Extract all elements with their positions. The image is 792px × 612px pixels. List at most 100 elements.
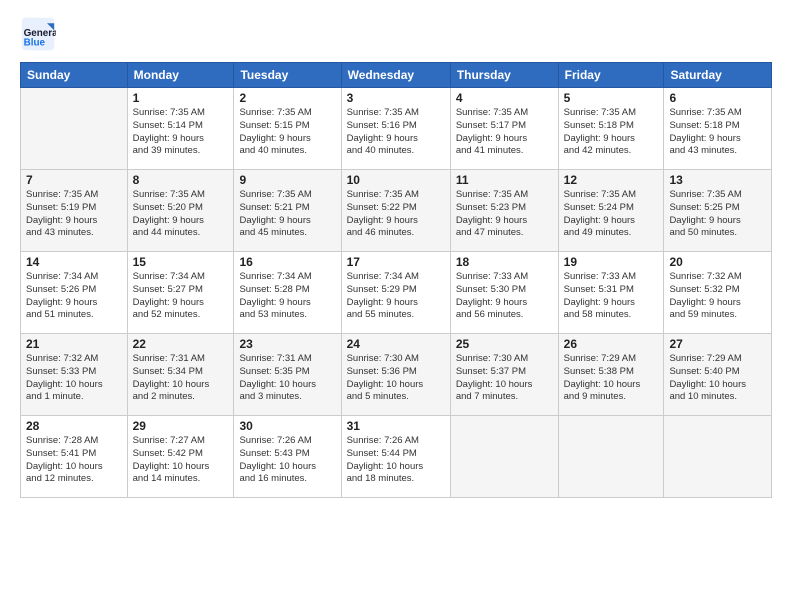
day-info: Sunrise: 7:35 AM Sunset: 5:18 PM Dayligh… (669, 107, 766, 158)
day-info: Sunrise: 7:31 AM Sunset: 5:35 PM Dayligh… (239, 353, 335, 404)
day-number: 11 (456, 173, 553, 187)
day-number: 9 (239, 173, 335, 187)
calendar-cell: 28Sunrise: 7:28 AM Sunset: 5:41 PM Dayli… (21, 416, 128, 498)
week-row-3: 14 Sunrise: 7:34 AM Sunset: 5:26 PM Dayli… (21, 252, 772, 334)
calendar-cell: 9 Sunrise: 7:35 AM Sunset: 5:21 PM Daylig… (234, 170, 341, 252)
day-number: 18 (456, 255, 553, 269)
day-info: Sunrise: 7:26 AM Sunset: 5:44 PM Dayligh… (347, 435, 445, 486)
day-number: 31 (347, 419, 445, 433)
day-info: Sunrise: 7:35 AM Sunset: 5:25 PM Dayligh… (669, 189, 766, 240)
week-row-1: 1Sunrise: 7:35 AM Sunset: 5:14 PM Daylig… (21, 88, 772, 170)
calendar-cell: 26Sunrise: 7:29 AM Sunset: 5:38 PM Dayli… (558, 334, 664, 416)
calendar-cell: 25 Sunrise: 7:30 AM Sunset: 5:37 PM Dayli… (450, 334, 558, 416)
day-number: 13 (669, 173, 766, 187)
day-info: Sunrise: 7:33 AM Sunset: 5:31 PM Dayligh… (564, 271, 659, 322)
day-info: Sunrise: 7:34 AM Sunset: 5:28 PM Dayligh… (239, 271, 335, 322)
calendar-cell (558, 416, 664, 498)
calendar-cell: 10Sunrise: 7:35 AM Sunset: 5:22 PM Dayli… (341, 170, 450, 252)
day-info: Sunrise: 7:29 AM Sunset: 5:38 PM Dayligh… (564, 353, 659, 404)
svg-text:Blue: Blue (24, 38, 46, 49)
day-info: Sunrise: 7:32 AM Sunset: 5:33 PM Dayligh… (26, 353, 122, 404)
calendar-cell: 19 Sunrise: 7:33 AM Sunset: 5:31 PM Dayli… (558, 252, 664, 334)
calendar-cell (664, 416, 772, 498)
day-info: Sunrise: 7:33 AM Sunset: 5:30 PM Dayligh… (456, 271, 553, 322)
calendar-cell: 29 Sunrise: 7:27 AM Sunset: 5:42 PM Dayli… (127, 416, 234, 498)
calendar-cell (450, 416, 558, 498)
day-number: 12 (564, 173, 659, 187)
week-row-2: 7 Sunrise: 7:35 AM Sunset: 5:19 PM Daylig… (21, 170, 772, 252)
calendar-cell: 6 Sunrise: 7:35 AM Sunset: 5:18 PM Daylig… (664, 88, 772, 170)
day-number: 15 (133, 255, 229, 269)
day-number: 3 (347, 91, 445, 105)
day-info: Sunrise: 7:26 AM Sunset: 5:43 PM Dayligh… (239, 435, 335, 486)
calendar-cell: 7 Sunrise: 7:35 AM Sunset: 5:19 PM Daylig… (21, 170, 128, 252)
day-info: Sunrise: 7:35 AM Sunset: 5:17 PM Dayligh… (456, 107, 553, 158)
calendar-cell: 18 Sunrise: 7:33 AM Sunset: 5:30 PM Dayli… (450, 252, 558, 334)
day-number: 27 (669, 337, 766, 351)
logo: General Blue (20, 16, 62, 52)
day-info: Sunrise: 7:35 AM Sunset: 5:18 PM Dayligh… (564, 107, 659, 158)
day-info: Sunrise: 7:34 AM Sunset: 5:29 PM Dayligh… (347, 271, 445, 322)
calendar-cell: 21 Sunrise: 7:32 AM Sunset: 5:33 PM Dayli… (21, 334, 128, 416)
day-number: 30 (239, 419, 335, 433)
day-info: Sunrise: 7:35 AM Sunset: 5:21 PM Dayligh… (239, 189, 335, 240)
day-number: 10 (347, 173, 445, 187)
calendar-cell: 14 Sunrise: 7:34 AM Sunset: 5:26 PM Dayli… (21, 252, 128, 334)
day-header-thursday: Thursday (450, 63, 558, 88)
calendar-cell (21, 88, 128, 170)
day-info: Sunrise: 7:35 AM Sunset: 5:23 PM Dayligh… (456, 189, 553, 240)
day-header-sunday: Sunday (21, 63, 128, 88)
day-info: Sunrise: 7:31 AM Sunset: 5:34 PM Dayligh… (133, 353, 229, 404)
calendar-cell: 12Sunrise: 7:35 AM Sunset: 5:24 PM Dayli… (558, 170, 664, 252)
day-number: 22 (133, 337, 229, 351)
calendar-cell: 4 Sunrise: 7:35 AM Sunset: 5:17 PM Daylig… (450, 88, 558, 170)
day-number: 8 (133, 173, 229, 187)
day-info: Sunrise: 7:28 AM Sunset: 5:41 PM Dayligh… (26, 435, 122, 486)
week-row-5: 28Sunrise: 7:28 AM Sunset: 5:41 PM Dayli… (21, 416, 772, 498)
day-number: 23 (239, 337, 335, 351)
day-info: Sunrise: 7:35 AM Sunset: 5:20 PM Dayligh… (133, 189, 229, 240)
day-info: Sunrise: 7:30 AM Sunset: 5:37 PM Dayligh… (456, 353, 553, 404)
day-number: 6 (669, 91, 766, 105)
calendar-cell: 17 Sunrise: 7:34 AM Sunset: 5:29 PM Dayli… (341, 252, 450, 334)
calendar-cell: 3 Sunrise: 7:35 AM Sunset: 5:16 PM Daylig… (341, 88, 450, 170)
day-header-monday: Monday (127, 63, 234, 88)
day-info: Sunrise: 7:27 AM Sunset: 5:42 PM Dayligh… (133, 435, 229, 486)
day-number: 17 (347, 255, 445, 269)
day-number: 14 (26, 255, 122, 269)
calendar-cell: 13 Sunrise: 7:35 AM Sunset: 5:25 PM Dayli… (664, 170, 772, 252)
day-number: 29 (133, 419, 229, 433)
calendar-cell: 1Sunrise: 7:35 AM Sunset: 5:14 PM Daylig… (127, 88, 234, 170)
calendar-cell: 15 Sunrise: 7:34 AM Sunset: 5:27 PM Dayli… (127, 252, 234, 334)
week-row-4: 21 Sunrise: 7:32 AM Sunset: 5:33 PM Dayli… (21, 334, 772, 416)
logo-icon: General Blue (20, 16, 56, 52)
calendar-cell: 11 Sunrise: 7:35 AM Sunset: 5:23 PM Dayli… (450, 170, 558, 252)
calendar-cell: 22 Sunrise: 7:31 AM Sunset: 5:34 PM Dayli… (127, 334, 234, 416)
day-number: 4 (456, 91, 553, 105)
day-info: Sunrise: 7:35 AM Sunset: 5:19 PM Dayligh… (26, 189, 122, 240)
day-info: Sunrise: 7:29 AM Sunset: 5:40 PM Dayligh… (669, 353, 766, 404)
day-header-friday: Friday (558, 63, 664, 88)
day-number: 7 (26, 173, 122, 187)
day-info: Sunrise: 7:34 AM Sunset: 5:27 PM Dayligh… (133, 271, 229, 322)
day-header-tuesday: Tuesday (234, 63, 341, 88)
day-info: Sunrise: 7:34 AM Sunset: 5:26 PM Dayligh… (26, 271, 122, 322)
calendar-cell: 23 Sunrise: 7:31 AM Sunset: 5:35 PM Dayli… (234, 334, 341, 416)
day-number: 16 (239, 255, 335, 269)
calendar-cell: 20Sunrise: 7:32 AM Sunset: 5:32 PM Dayli… (664, 252, 772, 334)
day-number: 1 (133, 91, 229, 105)
day-number: 21 (26, 337, 122, 351)
page: General Blue SundayMondayTuesdayWednesda… (0, 0, 792, 612)
calendar-cell: 5 Sunrise: 7:35 AM Sunset: 5:18 PM Daylig… (558, 88, 664, 170)
calendar-cell: 31 Sunrise: 7:26 AM Sunset: 5:44 PM Dayli… (341, 416, 450, 498)
day-info: Sunrise: 7:35 AM Sunset: 5:15 PM Dayligh… (239, 107, 335, 158)
header: General Blue (20, 16, 772, 52)
day-number: 19 (564, 255, 659, 269)
calendar-cell: 27 Sunrise: 7:29 AM Sunset: 5:40 PM Dayli… (664, 334, 772, 416)
day-number: 20 (669, 255, 766, 269)
calendar-cell: 30 Sunrise: 7:26 AM Sunset: 5:43 PM Dayli… (234, 416, 341, 498)
calendar-cell: 8 Sunrise: 7:35 AM Sunset: 5:20 PM Daylig… (127, 170, 234, 252)
day-number: 25 (456, 337, 553, 351)
day-number: 5 (564, 91, 659, 105)
day-info: Sunrise: 7:35 AM Sunset: 5:16 PM Dayligh… (347, 107, 445, 158)
